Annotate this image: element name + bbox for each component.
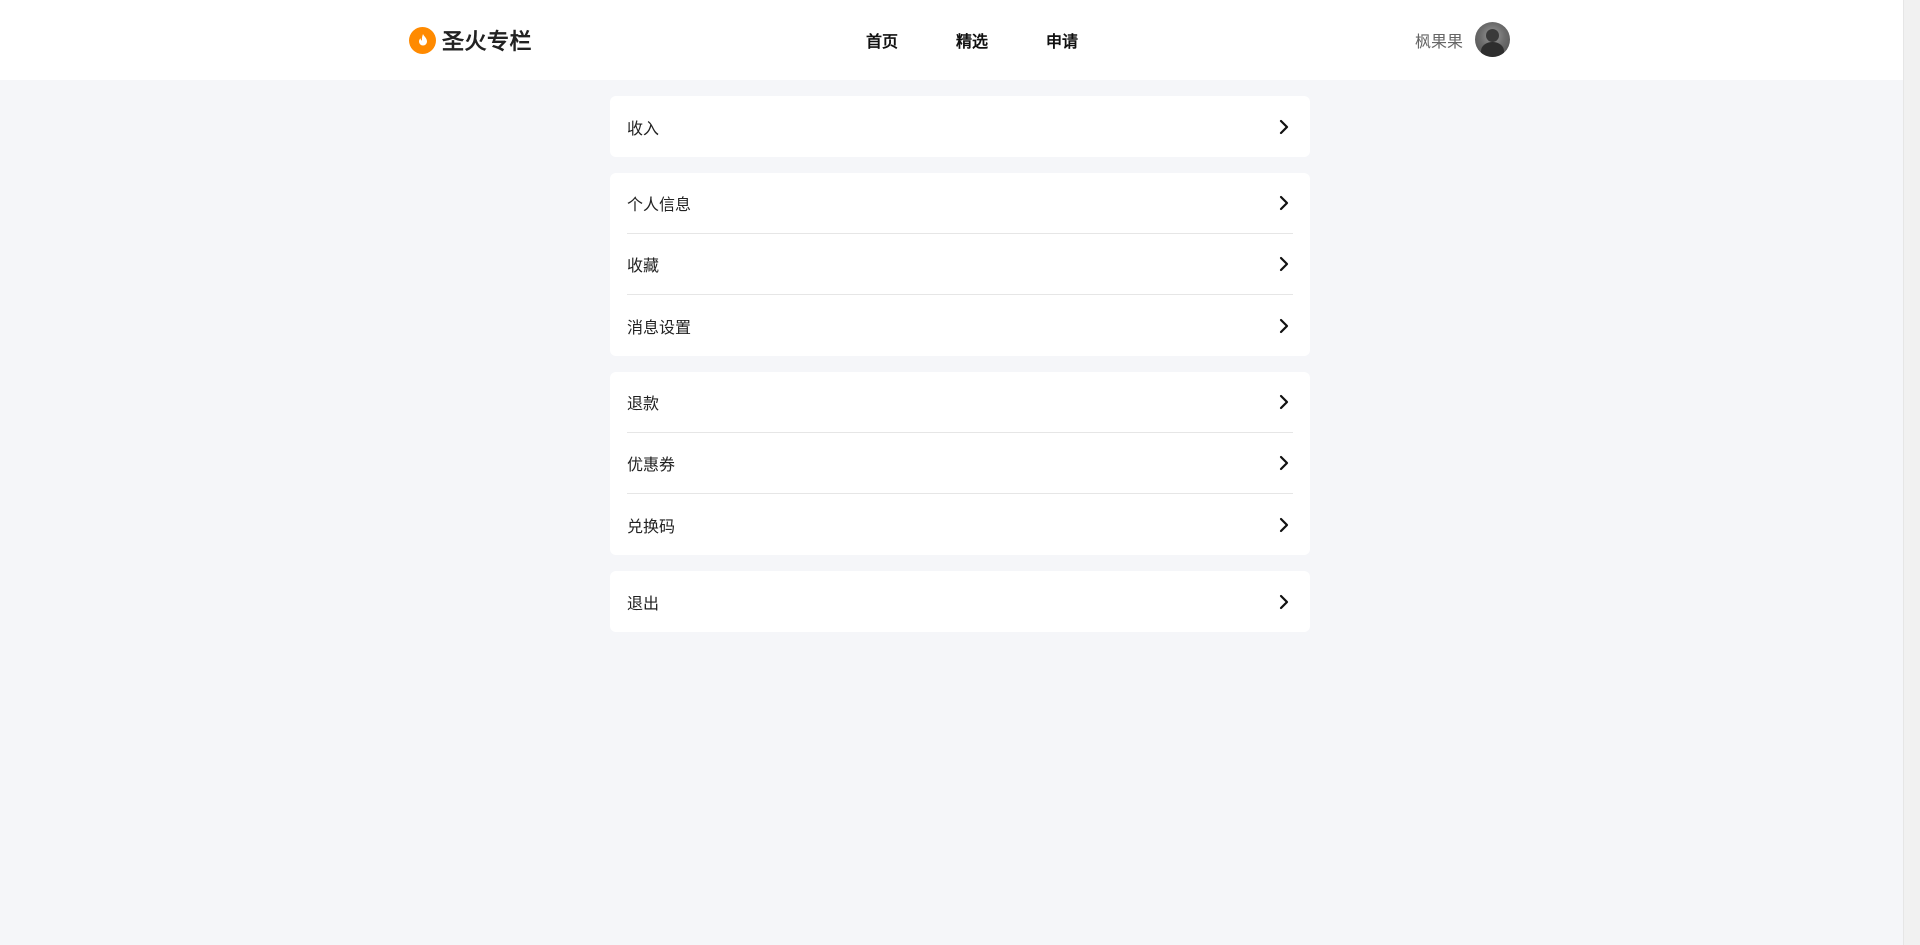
vertical-scrollbar[interactable] [1903,0,1920,945]
menu-group-income: 收入 [610,96,1310,157]
top-header: 圣火专栏 首页 精选 申请 枫果果 [0,0,1903,80]
logo-text: 圣火专栏 [442,30,533,55]
menu-item-label: 退款 [627,394,660,413]
menu-group-orders: 退款 优惠券 兑换码 [610,372,1310,555]
menu-item-label: 收藏 [627,256,660,275]
site-logo[interactable]: 圣火专栏 [409,26,533,55]
menu-item-label: 优惠券 [627,455,676,474]
menu-item-label: 消息设置 [627,317,692,337]
menu-item-redeem-code[interactable]: 兑换码 [627,494,1293,555]
nav-featured[interactable]: 精选 [956,28,1046,52]
menu-group-profile: 个人信息 收藏 消息设置 [610,173,1310,356]
chevron-right-icon [1275,593,1293,611]
menu-item-income[interactable]: 收入 [627,96,1293,157]
page: 圣火专栏 首页 精选 申请 枫果果 收入 个人信息 收藏 消息设置 退款 优惠券… [0,0,1903,945]
chevron-right-icon [1275,118,1293,136]
avatar[interactable] [1475,22,1511,57]
nav-home[interactable]: 首页 [866,28,956,52]
chevron-right-icon [1275,194,1293,212]
menu-item-label: 退出 [627,593,660,613]
menu-item-favorites[interactable]: 收藏 [627,234,1293,295]
user-area: 枫果果 [1415,22,1511,57]
nav-apply[interactable]: 申请 [1046,28,1136,52]
menu-item-refund[interactable]: 退款 [627,372,1293,433]
chevron-right-icon [1275,255,1293,273]
account-menu: 收入 个人信息 收藏 消息设置 退款 优惠券 兑换码 退出 [610,96,1310,648]
chevron-right-icon [1275,317,1293,335]
menu-item-label: 收入 [627,118,660,138]
menu-item-label: 个人信息 [627,195,692,214]
menu-item-coupons[interactable]: 优惠券 [627,433,1293,494]
menu-item-logout[interactable]: 退出 [627,571,1293,632]
chevron-right-icon [1275,454,1293,472]
chevron-right-icon [1275,393,1293,411]
menu-item-label: 兑换码 [627,516,676,536]
menu-item-message-settings[interactable]: 消息设置 [627,295,1293,356]
username[interactable]: 枫果果 [1415,28,1463,52]
main-nav: 首页 精选 申请 [866,28,1136,52]
menu-group-logout: 退出 [610,571,1310,632]
flame-icon [409,26,436,54]
chevron-right-icon [1275,516,1293,534]
menu-item-personal-info[interactable]: 个人信息 [627,173,1293,234]
